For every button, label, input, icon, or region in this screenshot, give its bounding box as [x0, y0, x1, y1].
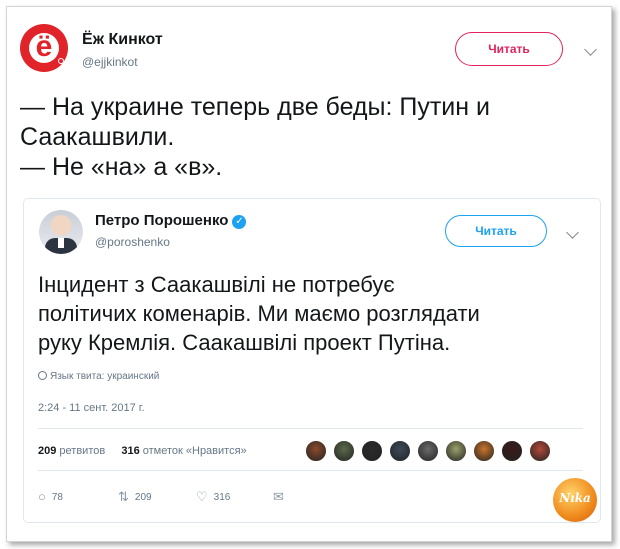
avatar[interactable]: ё	[20, 24, 68, 72]
tweet-text-line: Саакашвили.	[20, 123, 175, 151]
like-count: 316	[213, 492, 231, 503]
engagement-stats: 209 ретвитов 316 отметок «Нравится»	[38, 445, 247, 457]
verified-icon: ✓	[232, 215, 247, 229]
envelope-icon: ✉	[273, 489, 284, 504]
like-action[interactable]: ♡ 316	[196, 489, 230, 505]
author-name[interactable]: Ёж Кинкот	[82, 31, 163, 49]
reply-count: 78	[51, 492, 63, 503]
liker-avatar[interactable]	[333, 440, 355, 462]
timestamp[interactable]: 2:24 - 11 сент. 2017 г.	[38, 402, 145, 414]
tweet-text-line: — Не «на» а «в».	[20, 153, 223, 181]
quoted-text-line: руку Кремлія. Саакашвілі проект Путіна.	[38, 330, 451, 355]
retweet-count: 209	[134, 492, 152, 503]
language-note-text: Язык твита: украинский	[50, 371, 160, 382]
quoted-author-handle[interactable]: @poroshenko	[95, 235, 170, 249]
likes-count[interactable]: 316	[121, 445, 139, 457]
tweet-text: — На украине теперь две беды: Путин и Са…	[20, 92, 600, 182]
liker-avatar[interactable]	[473, 440, 495, 462]
author-handle[interactable]: @ejjkinkot	[82, 55, 138, 69]
liker-avatar[interactable]	[361, 440, 383, 462]
retweets-label[interactable]: ретвитов	[59, 445, 105, 457]
likes-label[interactable]: отметок «Нравится»	[143, 445, 247, 457]
quoted-author-name-text: Петро Порошенко	[95, 212, 229, 229]
divider	[38, 428, 583, 429]
reply-action[interactable]: ○ 78	[38, 489, 63, 504]
quoted-tweet-text: Інцидент з Саакашвілі не потребує політи…	[38, 270, 598, 357]
divider	[38, 470, 583, 471]
language-note: Язык твита: украинский	[38, 371, 159, 382]
quoted-text-line: політичих коменарів. Ми маємо розглядати	[38, 301, 480, 326]
retweets-count[interactable]: 209	[38, 445, 56, 457]
quoted-author-name[interactable]: Петро Порошенко ✓	[95, 212, 247, 229]
reply-icon: ○	[38, 489, 46, 504]
dm-action[interactable]: ✉	[273, 489, 290, 505]
heart-icon: ♡	[196, 489, 208, 504]
watermark-text: Nıka	[559, 491, 591, 505]
liker-avatar[interactable]	[501, 440, 523, 462]
globe-icon	[38, 371, 47, 380]
liker-avatar[interactable]	[445, 440, 467, 462]
liker-avatar[interactable]	[529, 440, 551, 462]
avatar-collar	[58, 238, 64, 248]
quoted-text-line: Інцидент з Саакашвілі не потребує	[38, 272, 395, 297]
follow-button[interactable]: Читать	[455, 32, 563, 66]
liker-avatar[interactable]	[389, 440, 411, 462]
avatar-dot	[58, 58, 64, 64]
watermark-logo: Nıka	[553, 478, 597, 522]
liker-avatar[interactable]	[417, 440, 439, 462]
quoted-follow-button[interactable]: Читать	[445, 215, 547, 247]
liker-avatar[interactable]	[305, 440, 327, 462]
retweet-icon: ⇅	[118, 489, 129, 504]
retweet-action[interactable]: ⇅ 209	[118, 489, 152, 505]
tweet-text-line: — На украине теперь две беды: Путин и	[20, 93, 490, 121]
quoted-avatar[interactable]	[39, 210, 83, 254]
